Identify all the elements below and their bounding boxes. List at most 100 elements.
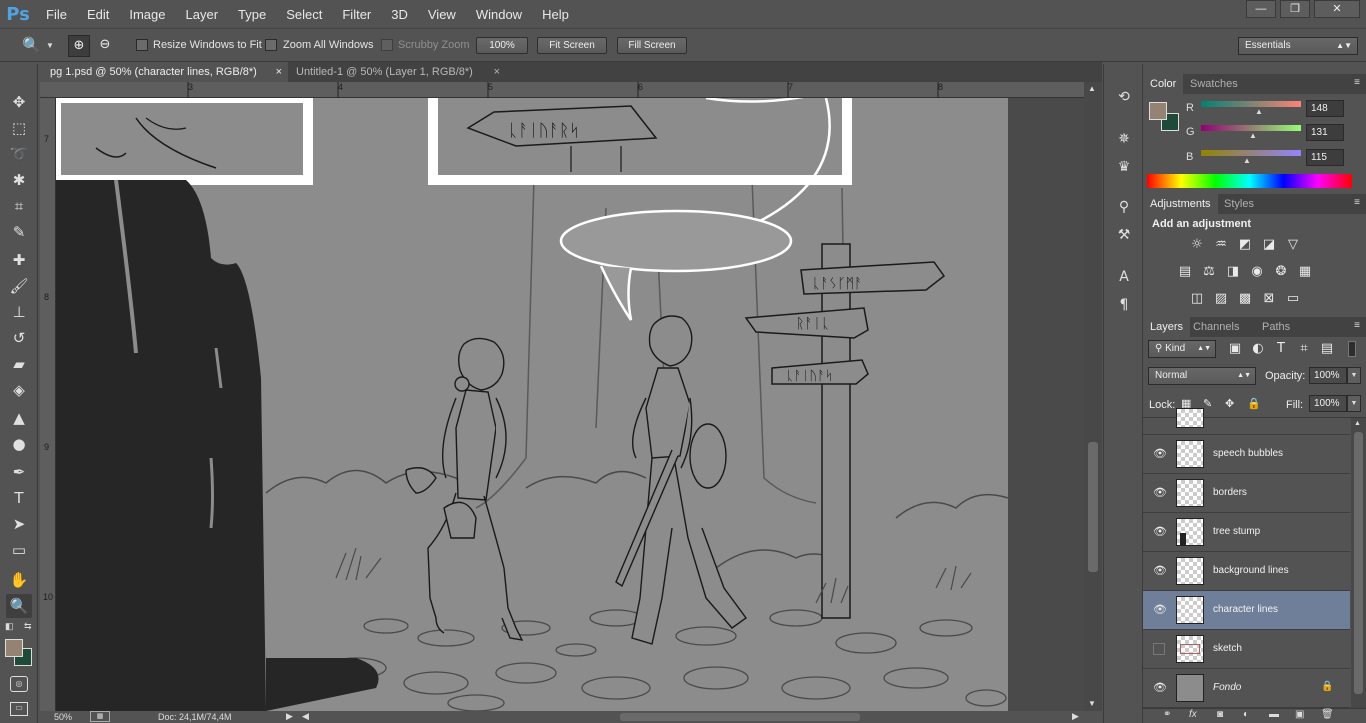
quick-mask-icon[interactable]: ◎ (10, 676, 28, 692)
invert-icon[interactable]: ◫ (1187, 290, 1207, 308)
menu-file[interactable]: File (36, 7, 77, 22)
clone-stamp-icon[interactable]: ⊥ (6, 300, 32, 324)
scroll-left-icon[interactable]: ◀ (302, 711, 309, 722)
rectangle-tool-icon[interactable]: ▭ (6, 538, 32, 562)
filter-toggle[interactable] (1348, 341, 1356, 357)
layer-name[interactable]: speech bubbles (1213, 448, 1283, 459)
tab-layers[interactable]: Layers (1143, 317, 1191, 337)
brush-presets-icon[interactable]: ⚲ (1112, 196, 1136, 218)
brush-tool-icon[interactable]: 🖌 (6, 274, 32, 298)
fill-dropdown-icon[interactable]: ▼ (1347, 395, 1361, 412)
layer-name[interactable]: sketch (1213, 643, 1242, 654)
marquee-tool-icon[interactable]: ⬚ (6, 116, 32, 140)
menu-image[interactable]: Image (119, 7, 175, 22)
filter-kind-select[interactable]: ⚲ Kind ▲▼ (1148, 340, 1216, 358)
color-balance-icon[interactable]: ⚖ (1199, 263, 1219, 281)
zoom-in-icon[interactable]: ⊕ (68, 35, 90, 57)
menu-type[interactable]: Type (228, 7, 276, 22)
threshold-icon[interactable]: ▩ (1235, 290, 1255, 308)
scroll-up-icon[interactable]: ▲ (1088, 84, 1096, 93)
healing-brush-icon[interactable]: ✚ (6, 248, 32, 272)
layer-row-fondo[interactable]: 👁 Fondo 🔒 (1143, 669, 1350, 708)
tab-paths[interactable]: Paths (1255, 317, 1297, 337)
workspace-select[interactable]: Essentials ▲▼ (1238, 37, 1358, 55)
menu-edit[interactable]: Edit (77, 7, 119, 22)
tab-color[interactable]: Color (1143, 74, 1184, 94)
menu-select[interactable]: Select (276, 7, 332, 22)
slider-thumb[interactable]: ▲ (1243, 156, 1251, 165)
new-layer-icon[interactable]: ▣ (1295, 709, 1304, 720)
close-tab-icon[interactable]: × (494, 62, 500, 82)
slider-thumb[interactable]: ▲ (1255, 107, 1263, 116)
magic-wand-icon[interactable]: ✱ (6, 168, 32, 192)
red-slider[interactable] (1201, 101, 1301, 107)
menu-window[interactable]: Window (466, 7, 532, 22)
fg-color-swatch[interactable] (1149, 102, 1167, 120)
fill-screen-button[interactable]: Fill Screen (617, 37, 687, 54)
visibility-eye-icon[interactable]: 👁 (1153, 486, 1167, 500)
curves-icon[interactable]: ◩ (1235, 236, 1255, 254)
photo-filter-icon[interactable]: ◉ (1247, 263, 1267, 281)
selective-color-icon[interactable]: ⊠ (1259, 290, 1279, 308)
eraser-icon[interactable]: ▰ (6, 352, 32, 376)
menu-view[interactable]: View (418, 7, 466, 22)
horizontal-scrollbar[interactable] (620, 713, 860, 721)
lasso-tool-icon[interactable]: ➰ (6, 142, 32, 166)
type-tool-icon[interactable]: T (6, 486, 32, 510)
green-value[interactable]: 131 (1306, 124, 1344, 141)
red-value[interactable]: 148 (1306, 100, 1344, 117)
layers-scrollbar[interactable]: ▲ (1351, 418, 1366, 708)
visibility-eye-icon[interactable]: 👁 (1153, 603, 1167, 617)
fill-input[interactable]: 100% (1309, 395, 1347, 412)
new-group-icon[interactable]: ▬ (1269, 709, 1279, 720)
canvas-area[interactable]: ᚳᚨᛁᚢᚨᚱᛋ ᚳᚨᛊᚴᛗᚨ ᚱᚨᛁᚳ ᚳᚨᛁᚢᚨᛋ (56, 98, 1084, 711)
panel-menu-icon[interactable]: ≡ (1354, 77, 1360, 88)
layer-name[interactable]: Fondo (1213, 682, 1241, 693)
tab-swatches[interactable]: Swatches (1183, 74, 1245, 94)
lock-position-icon[interactable]: ✥ (1225, 397, 1234, 410)
layer-row-background-lines[interactable]: 👁 background lines (1143, 552, 1350, 591)
clone-source-icon[interactable]: ⚒ (1112, 224, 1136, 246)
history-icon[interactable]: ⟲ (1112, 86, 1136, 108)
tab-styles[interactable]: Styles (1217, 194, 1261, 214)
paint-bucket-icon[interactable]: ◈ (6, 378, 32, 402)
blue-slider[interactable] (1201, 150, 1301, 156)
layer-row-speech-bubbles[interactable]: 👁 speech bubbles (1143, 435, 1350, 474)
opacity-input[interactable]: 100% (1309, 367, 1347, 384)
menu-help[interactable]: Help (532, 7, 579, 22)
layer-name[interactable]: character lines (1213, 604, 1278, 615)
hue-saturation-icon[interactable]: ▤ (1175, 263, 1195, 281)
slider-thumb[interactable]: ▲ (1249, 131, 1257, 140)
resize-windows-checkbox[interactable] (136, 39, 148, 51)
tab-untitled-1[interactable]: Untitled-1 @ 50% (Layer 1, RGB/8*) × (286, 62, 506, 82)
posterize-icon[interactable]: ▨ (1211, 290, 1231, 308)
panel-menu-icon[interactable]: ≡ (1354, 197, 1360, 208)
eyedropper-icon[interactable]: ✎ (6, 220, 32, 244)
zoom-tool-icon[interactable]: 🔍 (6, 594, 32, 618)
color-spectrum[interactable] (1147, 174, 1352, 188)
layer-row-partial[interactable] (1143, 408, 1350, 435)
actions-icon[interactable]: ♛ (1112, 156, 1136, 178)
visibility-eye-icon[interactable]: 👁 (1153, 681, 1167, 695)
swap-colors-icon[interactable]: ⇆ (24, 621, 32, 632)
layer-name[interactable]: tree stump (1213, 526, 1260, 537)
adjustment-filter-icon[interactable]: ◐ (1248, 340, 1268, 358)
navigator-icon[interactable]: ✵ (1112, 128, 1136, 150)
visibility-eye-icon[interactable]: 👁 (1153, 564, 1167, 578)
blue-value[interactable]: 115 (1306, 149, 1344, 166)
proof-icon[interactable]: ▦ (90, 711, 110, 722)
crop-tool-icon[interactable]: ⌗ (6, 194, 32, 218)
close-tab-icon[interactable]: × (276, 62, 282, 82)
hand-tool-icon[interactable]: ✋ (6, 568, 32, 592)
vibrance-icon[interactable]: ▽ (1283, 236, 1303, 254)
menu-layer[interactable]: Layer (176, 7, 229, 22)
tab-channels[interactable]: Channels (1186, 317, 1246, 337)
trash-icon[interactable]: 🗑 (1321, 709, 1334, 720)
lock-all-icon[interactable]: 🔒 (1247, 397, 1261, 410)
gradient-map-icon[interactable]: ▭ (1283, 290, 1303, 308)
black-white-icon[interactable]: ◨ (1223, 263, 1243, 281)
opacity-dropdown-icon[interactable]: ▼ (1347, 367, 1361, 384)
vertical-scrollbar[interactable]: ▲ ▼ (1084, 82, 1102, 711)
fx-icon[interactable]: fx (1189, 709, 1197, 720)
smart-object-filter-icon[interactable]: ▤ (1317, 340, 1337, 358)
